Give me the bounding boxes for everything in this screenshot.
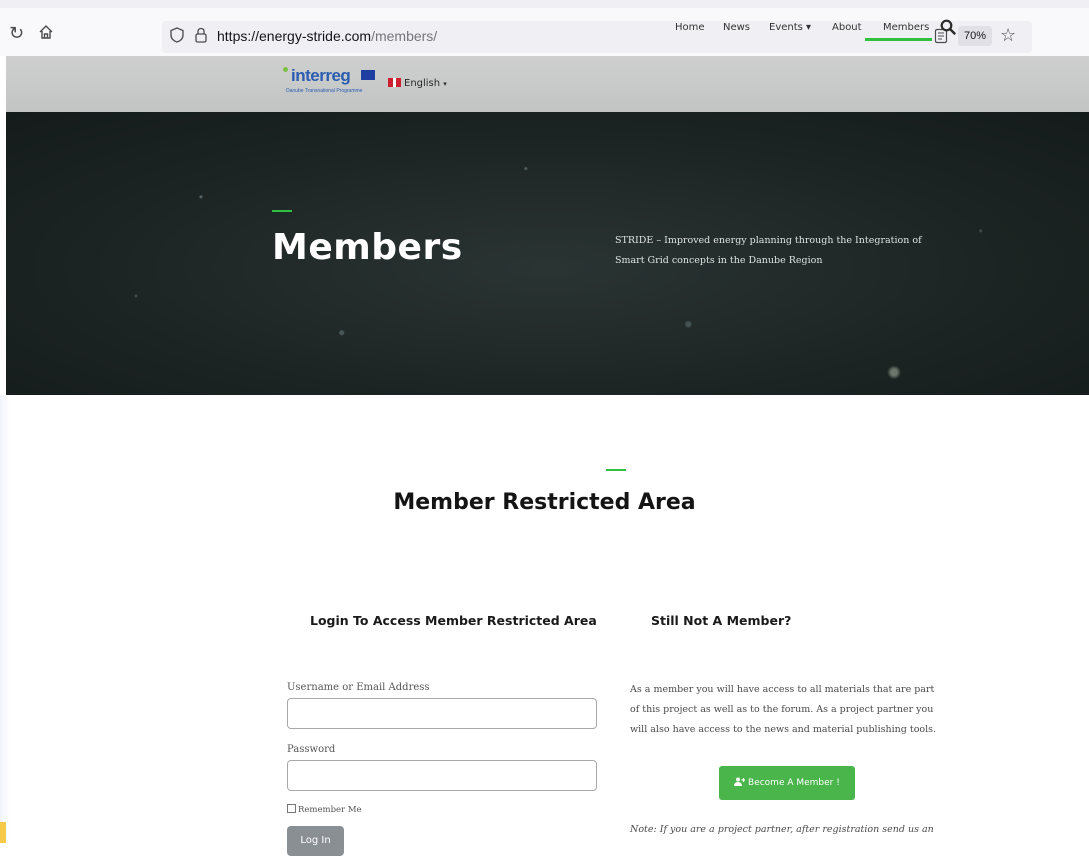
- lock-icon[interactable]: [194, 27, 208, 43]
- interreg-logo[interactable]: interreg Danube Transnational Programme: [283, 66, 379, 98]
- nav-active-indicator: [865, 38, 932, 41]
- login-button[interactable]: Log In: [287, 826, 344, 856]
- remember-me[interactable]: Remember Me: [287, 804, 362, 815]
- hero-accent-line: [272, 210, 292, 212]
- hero-banner: Members STRIDE – Improved energy plannin…: [6, 112, 1089, 395]
- member-benefits-text: As a member you will have access to all …: [630, 684, 937, 735]
- nav-members[interactable]: Members: [883, 22, 929, 33]
- left-edge-mark: [0, 822, 6, 843]
- left-edge-decoration: [0, 395, 10, 843]
- language-switcher[interactable]: English ▾: [388, 78, 447, 89]
- become-member-label: Become A Member !: [748, 778, 840, 788]
- signup-heading: Still Not A Member?: [651, 613, 792, 628]
- partner-note: Note: If you are a project partner, afte…: [630, 824, 934, 835]
- hero-description: STRIDE – Improved energy planning throug…: [615, 235, 922, 266]
- language-caret-icon: ▾: [443, 80, 447, 88]
- logo-text: interreg: [291, 66, 351, 85]
- remember-me-label: Remember Me: [298, 805, 362, 815]
- url-domain: https://energy-stride.com: [217, 28, 372, 44]
- section-accent-line: [606, 469, 626, 471]
- remember-me-checkbox[interactable]: [287, 804, 296, 813]
- bookmark-star-icon[interactable]: ☆: [1000, 26, 1016, 46]
- reload-icon[interactable]: ↻: [9, 24, 24, 44]
- home-icon[interactable]: [38, 24, 54, 45]
- login-heading: Login To Access Member Restricted Area: [310, 613, 597, 628]
- url-text[interactable]: https://energy-stride.com/members/: [217, 28, 437, 44]
- username-input[interactable]: [287, 698, 597, 729]
- tracking-shield-icon[interactable]: [170, 27, 184, 43]
- eu-flag-icon: [361, 70, 375, 80]
- password-input[interactable]: [287, 760, 597, 791]
- logo-dot: [283, 67, 288, 72]
- zoom-level-badge[interactable]: 70%: [958, 26, 993, 46]
- become-member-button[interactable]: Become A Member !: [719, 766, 855, 800]
- password-label: Password: [287, 744, 336, 755]
- events-caret-icon: ▾: [806, 22, 812, 33]
- browser-tab-strip: [0, 0, 1089, 8]
- search-icon[interactable]: [940, 19, 956, 35]
- add-user-icon: [734, 777, 748, 788]
- section-title: Member Restricted Area: [393, 490, 696, 515]
- site-header: interreg Danube Transnational Programme …: [6, 56, 1089, 112]
- nav-home[interactable]: Home: [675, 22, 705, 33]
- nav-events-label: Events: [769, 22, 803, 33]
- page-title: Members: [272, 227, 463, 268]
- nav-news[interactable]: News: [723, 22, 750, 33]
- nav-events[interactable]: Events ▾: [769, 22, 811, 33]
- username-label: Username or Email Address: [287, 682, 430, 693]
- uk-flag-icon: [388, 78, 401, 87]
- nav-about[interactable]: About: [832, 22, 862, 33]
- logo-subtitle: Danube Transnational Programme: [286, 88, 363, 94]
- url-path: /members/: [371, 28, 438, 44]
- language-label: English: [404, 78, 441, 89]
